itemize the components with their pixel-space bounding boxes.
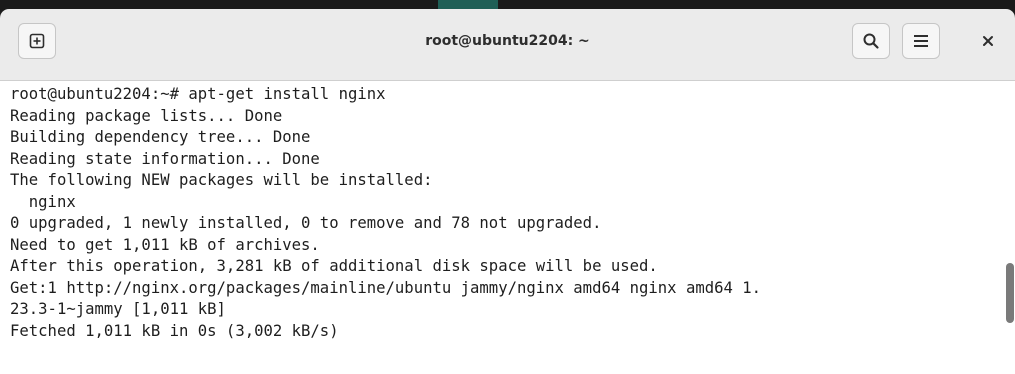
terminal-line: 23.3-1~jammy [1,011 kB] — [10, 300, 226, 318]
close-icon — [983, 36, 993, 46]
terminal-line: Reading package lists... Done — [10, 106, 283, 125]
terminal-line: The following NEW packages will be insta… — [10, 171, 433, 189]
terminal-line: nginx — [10, 192, 76, 211]
menu-button[interactable] — [902, 23, 940, 59]
hamburger-menu-icon — [914, 35, 928, 47]
terminal-line: Need to get 1,011 kB of archives. — [10, 235, 320, 254]
terminal-text: root@ubuntu2204:~# apt-get install nginx… — [10, 84, 1000, 342]
search-button[interactable] — [852, 23, 890, 59]
header-bar: root@ubuntu2204: ~ — [0, 9, 1015, 81]
terminal-line: Fetched 1,011 kB in 0s (3,002 kB/s) — [10, 321, 339, 340]
terminal-window: root@ubuntu2204: ~ root@ubuntu2204:~# ap… — [0, 0, 1015, 374]
terminal-line: After this operation, 3,281 kB of additi… — [10, 257, 658, 275]
search-icon — [863, 33, 879, 49]
terminal-line: 0 upgraded, 1 newly installed, 0 to remo… — [10, 214, 602, 232]
vertical-scrollbar[interactable] — [1005, 81, 1015, 374]
terminal-line: root@ubuntu2204:~# apt-get install nginx — [10, 85, 386, 103]
terminal-output-area[interactable]: root@ubuntu2204:~# apt-get install nginx… — [0, 81, 1015, 374]
scrollbar-thumb[interactable] — [1006, 263, 1014, 323]
close-button[interactable] — [970, 23, 1006, 59]
terminal-line: Reading state information... Done — [10, 149, 320, 168]
terminal-line: Get:1 http://nginx.org/packages/mainline… — [10, 278, 762, 297]
terminal-line: Building dependency tree... Done — [10, 128, 311, 146]
